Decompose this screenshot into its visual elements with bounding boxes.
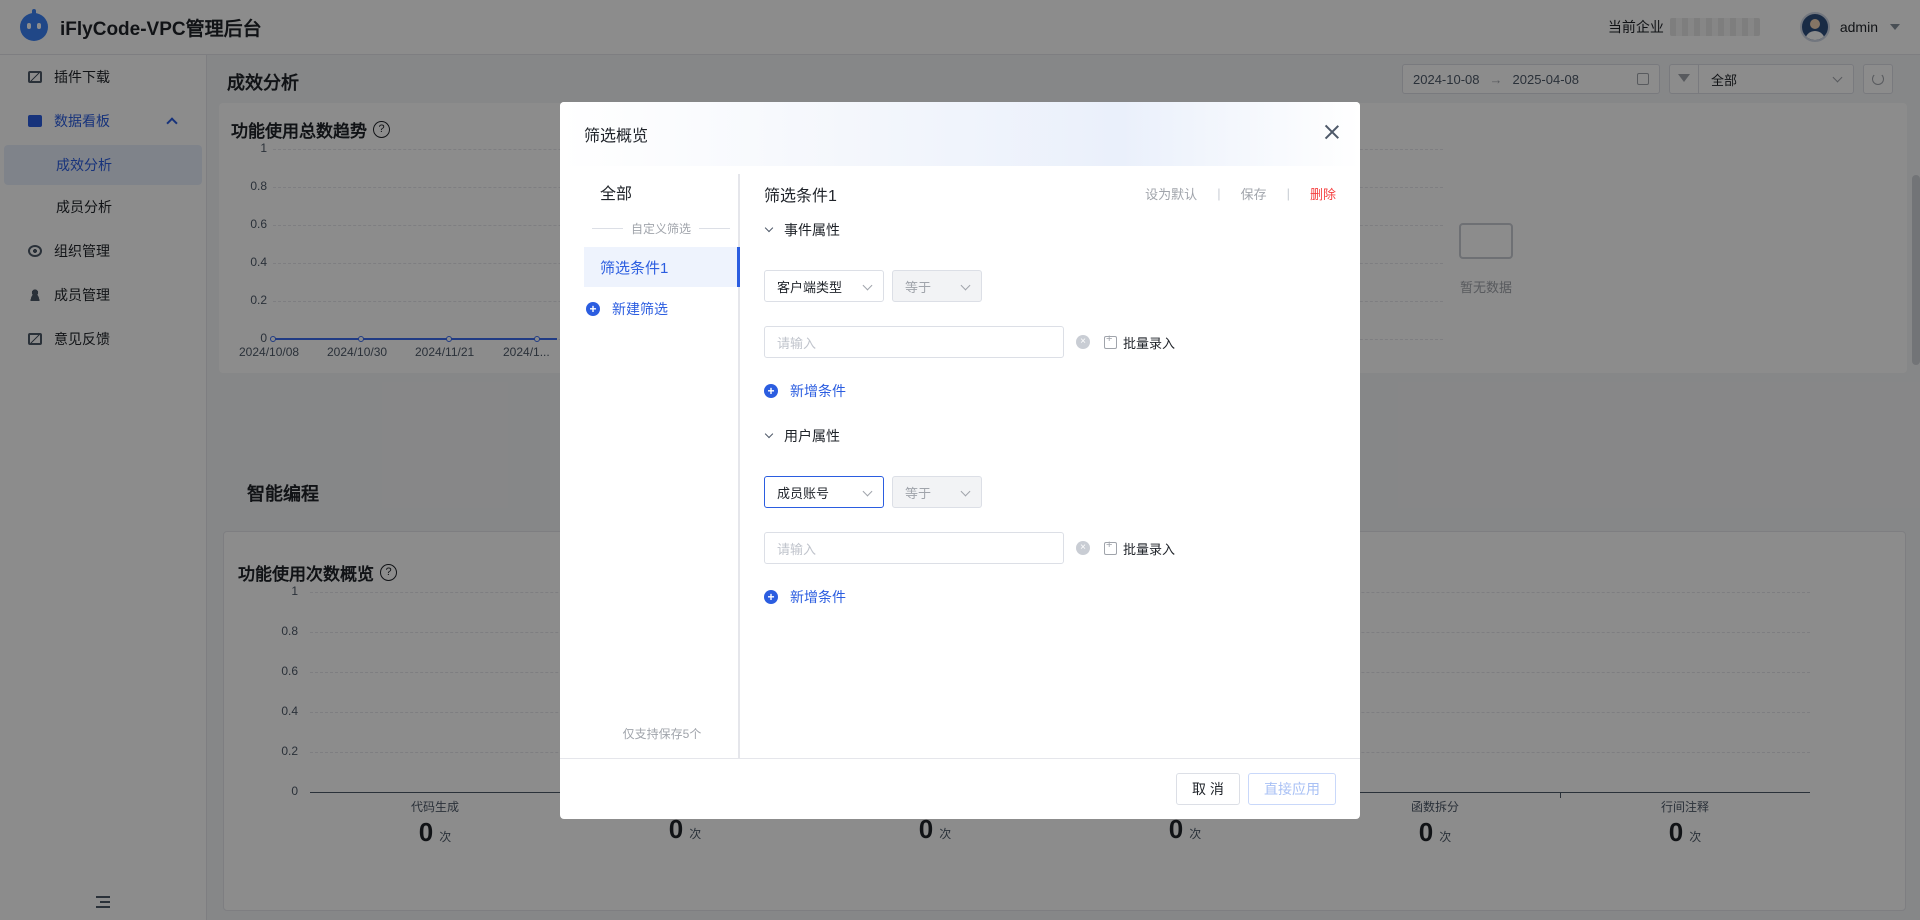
modal-title: 筛选概览 [584,128,649,145]
set-default-button[interactable]: 设为默认 [1145,184,1197,203]
chevron-down-icon [764,223,774,233]
field-select-value: 成员账号 [777,485,830,501]
save-limit-note: 仅支持保存5个 [622,727,702,741]
clear-icon[interactable]: × [1076,541,1090,555]
new-filter-button[interactable]: + 新建筛选 [584,299,738,319]
group-user-attributes[interactable]: 用户属性 [764,426,840,446]
add-condition-button[interactable]: + 新增条件 [764,381,846,401]
batch-entry-button[interactable]: 批量录入 [1104,333,1175,352]
clear-icon[interactable]: × [1076,335,1090,349]
custom-filter-divider: 自定义筛选 [584,220,738,237]
chevron-down-icon [764,429,774,439]
operator-select[interactable]: 等于 [892,476,982,508]
modal-body: 全部 自定义筛选 筛选条件1 + 新建筛选 仅支持保存5个 筛选条件1 设为默认… [560,166,1360,758]
add-condition-label: 新增条件 [790,589,846,605]
value-input[interactable]: 请输入 [764,326,1064,358]
batch-entry-label: 批量录入 [1123,542,1176,557]
chevron-down-icon [862,280,873,291]
filter-detail-pane: 筛选条件1 设为默认 | 保存 | 删除 事件属性 客户端类型 等于 请输入 ×… [764,174,1336,758]
close-icon[interactable] [1324,124,1340,140]
cancel-button[interactable]: 取 消 [1176,773,1240,805]
batch-entry-button[interactable]: 批量录入 [1104,539,1175,558]
modal-header: 筛选概览 [560,102,1360,166]
filter-list-pane: 全部 自定义筛选 筛选条件1 + 新建筛选 仅支持保存5个 [584,174,740,758]
field-select-value: 客户端类型 [777,279,843,295]
field-select-member-account[interactable]: 成员账号 [764,476,884,508]
divider: | [1286,186,1290,201]
batch-entry-label: 批量录入 [1123,336,1176,351]
delete-button[interactable]: 删除 [1310,184,1336,203]
value-input[interactable]: 请输入 [764,532,1064,564]
group-title-text: 用户属性 [784,428,840,444]
batch-add-icon [1104,333,1117,349]
batch-add-icon [1104,539,1117,555]
modal-footer: 取 消 直接应用 [560,758,1360,819]
field-select-client-type[interactable]: 客户端类型 [764,270,884,302]
new-filter-label: 新建筛选 [612,301,668,317]
filter-actions: 设为默认 | 保存 | 删除 [1145,184,1336,203]
group-title-text: 事件属性 [784,222,840,238]
chevron-down-icon [960,280,971,291]
divider: | [1217,186,1221,201]
filter-modal: 筛选概览 全部 自定义筛选 筛选条件1 + 新建筛选 仅支持保存5个 筛选条件1… [560,102,1360,819]
plus-circle-icon: + [586,302,600,316]
filter-detail-title: 筛选条件1 [764,188,837,205]
filter-item-condition-1[interactable]: 筛选条件1 [584,247,740,287]
add-condition-button[interactable]: + 新增条件 [764,587,846,607]
plus-circle-icon: + [764,384,778,398]
apply-button[interactable]: 直接应用 [1248,773,1336,805]
operator-select-value: 等于 [905,279,932,295]
filter-item-all[interactable]: 全部 [584,174,738,210]
chevron-down-icon [960,486,971,497]
operator-select-value: 等于 [905,485,932,501]
chevron-down-icon [862,486,873,497]
plus-circle-icon: + [764,590,778,604]
group-event-attributes[interactable]: 事件属性 [764,220,840,240]
operator-select[interactable]: 等于 [892,270,982,302]
save-button[interactable]: 保存 [1241,184,1267,203]
add-condition-label: 新增条件 [790,383,846,399]
